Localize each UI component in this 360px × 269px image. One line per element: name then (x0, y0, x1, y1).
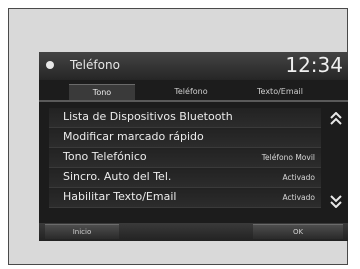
tab-tono[interactable]: Tono (69, 84, 135, 100)
list-item-label: Tono Telefónico (63, 150, 147, 163)
list-item-value: Activado (282, 173, 315, 182)
list-item-bluetooth-devices[interactable]: Lista de Dispositivos Bluetooth (49, 108, 321, 128)
page-title: Teléfono (70, 58, 120, 72)
double-chevron-up-icon[interactable] (328, 111, 344, 128)
double-chevron-down-icon[interactable] (328, 194, 344, 210)
status-dot-icon (46, 61, 54, 69)
home-button[interactable]: Inicio (45, 224, 119, 239)
figure-frame: Teléfono 12:34 Tono Teléfono Texto/Email… (8, 8, 348, 265)
tab-texto-email[interactable]: Texto/Email (237, 84, 323, 99)
list-item-value: Teléfono Movil (261, 153, 315, 162)
list-item-label: Lista de Dispositivos Bluetooth (63, 110, 233, 123)
list-item-label: Modificar marcado rápido (63, 130, 204, 143)
header-bar: Teléfono 12:34 (39, 52, 348, 80)
list-item-enable-text-email[interactable]: Habilitar Texto/Email Activado (49, 188, 321, 208)
infotainment-screen: Teléfono 12:34 Tono Teléfono Texto/Email… (39, 52, 348, 241)
tab-telefono[interactable]: Teléfono (161, 84, 221, 99)
list-item-speed-dial[interactable]: Modificar marcado rápido (49, 128, 321, 148)
list-item-label: Sincro. Auto del Tel. (63, 170, 172, 183)
list-item-auto-sync[interactable]: Sincro. Auto del Tel. Activado (49, 168, 321, 188)
ok-button[interactable]: OK (253, 224, 343, 239)
list-item-ringtone[interactable]: Tono Telefónico Teléfono Movil (49, 148, 321, 168)
tab-divider (39, 100, 348, 102)
footer-bar: Inicio OK (39, 223, 348, 241)
list-item-value: Activado (282, 193, 315, 202)
list-item-label: Habilitar Texto/Email (63, 190, 177, 203)
tab-bar: Tono Teléfono Texto/Email (39, 82, 348, 100)
clock: 12:34 (285, 53, 343, 77)
